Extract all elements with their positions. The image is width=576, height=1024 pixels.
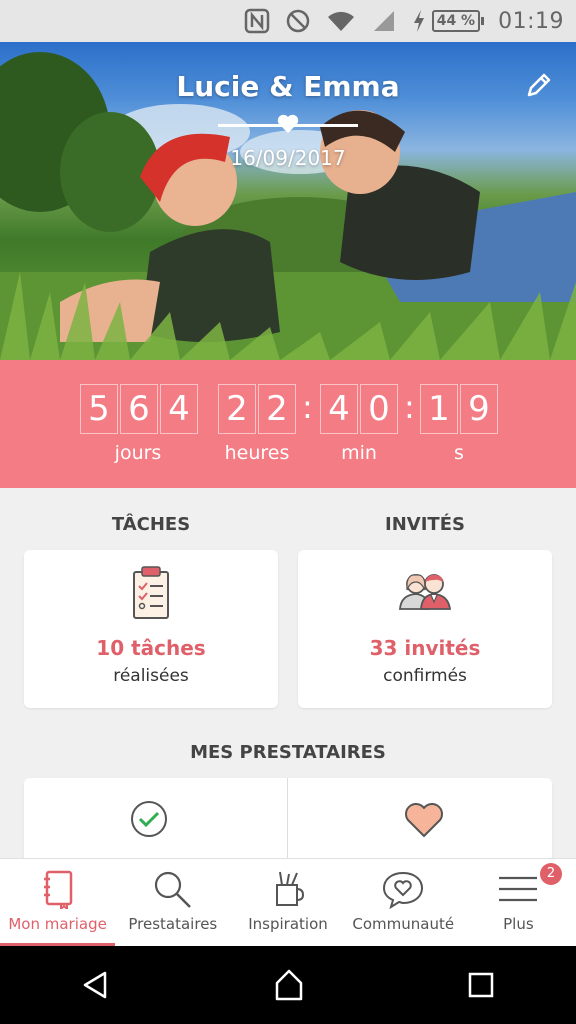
countdown-digit: 5 — [80, 384, 118, 434]
back-icon[interactable] — [81, 970, 111, 1000]
vendors-title: MES PRESTATAIRES — [190, 742, 386, 763]
wedding-date: 16/09/2017 — [230, 146, 346, 170]
countdown-digit: 9 — [460, 384, 498, 434]
countdown-digit: 4 — [320, 384, 358, 434]
countdown-digit: 2 — [258, 384, 296, 434]
notification-badge: 2 — [540, 863, 563, 885]
status-time: 01:19 — [498, 8, 564, 34]
heart-outline-icon[interactable] — [404, 802, 444, 838]
countdown-digit: 2 — [218, 384, 256, 434]
heart-icon — [277, 114, 299, 133]
tasks-title: TÂCHES — [111, 514, 191, 535]
nav-mon-mariage[interactable]: Mon mariage — [0, 859, 116, 946]
wifi-icon — [326, 9, 356, 33]
check-circle-icon[interactable] — [130, 800, 168, 838]
countdown-digit: 0 — [360, 384, 398, 434]
guests-title: INVITÉS — [385, 514, 465, 535]
home-icon[interactable] — [272, 968, 306, 1002]
countdown-digit: 6 — [120, 384, 158, 434]
vendors-divider — [287, 778, 288, 868]
signal-icon — [372, 9, 396, 33]
nav-label: Inspiration — [248, 915, 328, 933]
search-icon — [154, 871, 191, 908]
guests-card[interactable]: 33 invités confirmés — [298, 550, 552, 708]
countdown-label-minutes: min — [341, 442, 377, 464]
edit-pencil-icon[interactable] — [524, 70, 554, 100]
guests-status: confirmés — [383, 666, 467, 686]
guests-count: 33 invités — [369, 636, 481, 660]
countdown-digit: 4 — [160, 384, 198, 434]
status-bar: 44 % 01:19 — [0, 0, 576, 42]
pencil-cup-icon — [276, 871, 305, 906]
tasks-count: 10 tâches — [96, 636, 206, 660]
nav-plus[interactable]: Plus 2 — [461, 859, 576, 946]
do-not-disturb-icon — [286, 9, 310, 33]
tasks-status: réalisées — [113, 666, 189, 686]
nav-communaute[interactable]: Communauté — [346, 859, 461, 946]
tasks-card[interactable]: 10 tâches réalisées — [24, 550, 278, 708]
countdown-label-days: jours — [114, 442, 162, 464]
countdown-separator: : — [302, 388, 313, 426]
nav-label: Prestataires — [128, 915, 218, 933]
vendors-card — [24, 778, 552, 868]
couple-names: Lucie & Emma — [176, 70, 400, 103]
nav-inspiration[interactable]: Inspiration — [230, 859, 345, 946]
countdown-seconds: 1 9 — [420, 384, 500, 434]
nav-label: Plus — [503, 915, 534, 933]
nfc-icon — [244, 8, 270, 34]
chat-heart-icon — [383, 871, 424, 909]
clipboard-checklist-icon — [133, 566, 169, 619]
bottom-navigation: Mon mariage Prestataires Inspiration Com… — [0, 858, 576, 946]
nav-label: Mon mariage — [8, 915, 107, 933]
countdown-hours: 2 2 — [218, 384, 298, 434]
nav-prestataires[interactable]: Prestataires — [115, 859, 230, 946]
notebook-icon — [43, 870, 72, 909]
countdown-digit: 1 — [420, 384, 458, 434]
battery-indicator: 44 % — [431, 10, 485, 32]
countdown-label-hours: heures — [224, 442, 290, 464]
hero-photo: Lucie & Emma 16/09/2017 — [0, 42, 576, 360]
countdown-separator: : — [404, 388, 415, 426]
system-navigation-bar — [0, 946, 576, 1024]
countdown-days: 5 6 4 — [80, 384, 200, 434]
battery-level: 44 % — [431, 10, 481, 32]
recents-icon[interactable] — [467, 971, 495, 999]
countdown-banner: 5 6 4 2 2 : 4 0 : 1 9 jours heures min s — [0, 360, 576, 488]
charging-icon — [412, 9, 426, 33]
countdown-label-seconds: s — [454, 442, 464, 464]
menu-icon — [499, 876, 538, 902]
nav-label: Communauté — [352, 915, 455, 933]
guests-icon — [399, 574, 452, 610]
countdown-minutes: 4 0 — [320, 384, 400, 434]
